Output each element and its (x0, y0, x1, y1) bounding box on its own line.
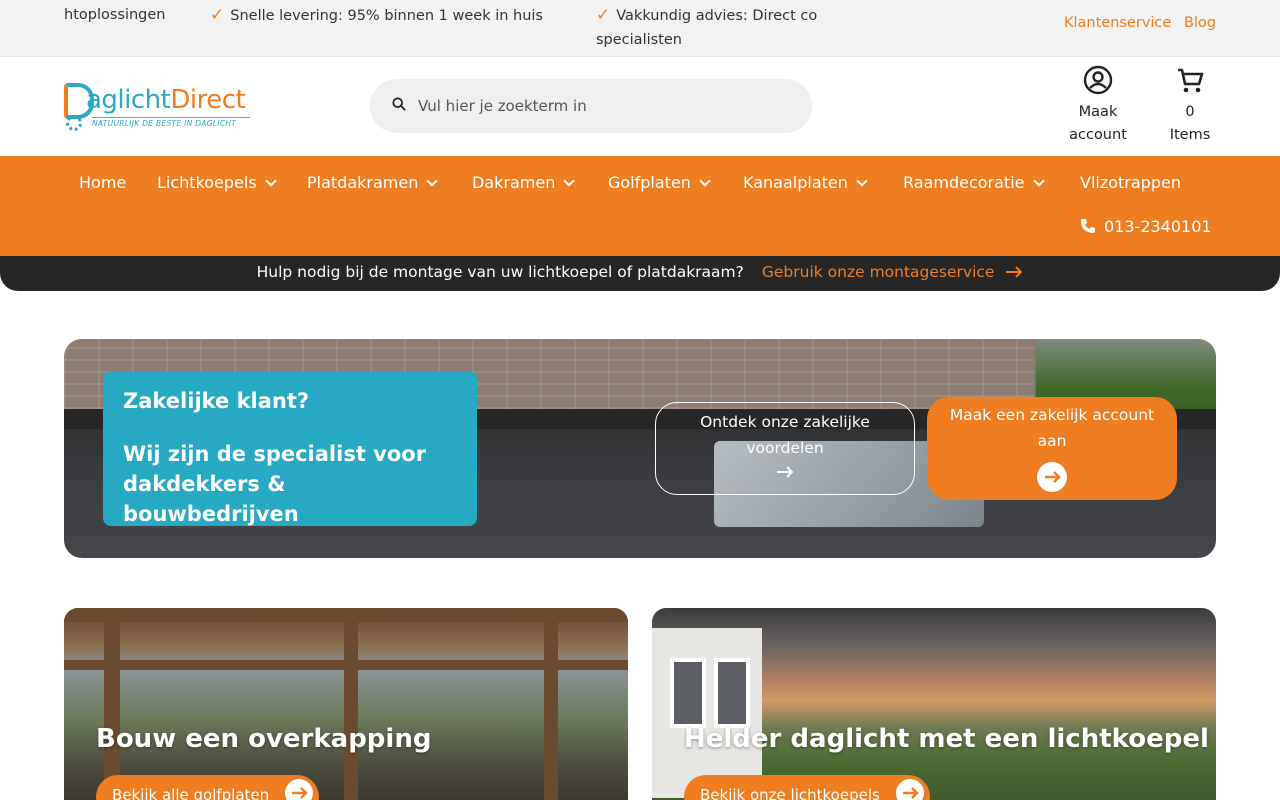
usp-text: specialisten (596, 32, 682, 48)
chevron-down-icon (265, 175, 277, 187)
chevron-down-icon (1032, 175, 1045, 187)
account-label: account (1069, 127, 1127, 143)
hero-heading: Zakelijke klant? (123, 389, 310, 413)
view-lichtkoepels-button[interactable]: Bekijk onze lichtkoepels (684, 775, 930, 800)
business-benefits-button[interactable]: Ontdek onze zakelijke voordelen (655, 402, 915, 495)
chevron-down-icon (426, 175, 439, 187)
montage-banner: Hulp nodig bij de montage van uw lichtko… (0, 256, 1280, 291)
card-background-image (714, 658, 750, 728)
nav-item-platdakramen[interactable]: Platdakramen (307, 173, 439, 192)
chevron-down-icon (563, 175, 576, 187)
create-business-account-button[interactable]: Maak een zakelijk account aan (927, 397, 1177, 500)
nav-item-home[interactable]: Home (79, 173, 126, 192)
card-title: Helder daglicht met een lichtkoepel (684, 724, 1209, 754)
account-label: Maak (1078, 104, 1118, 120)
arrow-right-icon (1006, 266, 1023, 278)
user-icon (1083, 65, 1113, 95)
category-card-overkapping[interactable]: Bouw een overkapping Bekijk alle golfpla… (64, 608, 628, 800)
cart-icon (1178, 68, 1204, 93)
nav-item-dakramen[interactable]: Dakramen (472, 173, 576, 192)
card-background-image (344, 608, 358, 800)
top-links: Klantenservice Blog (1056, 15, 1216, 31)
phone-link[interactable]: 013-2340101 (1080, 216, 1212, 236)
cart-label: Items (1169, 127, 1211, 143)
usp-text: htoplossingen (64, 7, 166, 23)
sun-icon (66, 115, 82, 131)
chevron-down-icon (856, 175, 868, 187)
logo[interactable]: aglichtDirect NATUURLIJK DE BESTE IN DAG… (64, 79, 254, 135)
nav-item-kanaalplaten[interactable]: Kanaalplaten (743, 173, 868, 192)
cart-button[interactable]: 0 Items (1160, 65, 1220, 147)
card-title: Bouw een overkapping (96, 724, 432, 754)
blog-link[interactable]: Blog (1184, 15, 1216, 31)
card-background-image (670, 658, 706, 728)
arrow-right-icon (777, 466, 794, 478)
hero-text-box: Zakelijke klant? Wij zijn de specialist … (103, 371, 477, 526)
nav-item-lichtkoepels[interactable]: Lichtkoepels (157, 173, 277, 192)
cart-count: 0 (1185, 104, 1195, 120)
chevron-down-icon (699, 175, 711, 187)
business-hero-banner: Zakelijke klant? Wij zijn de specialist … (64, 339, 1216, 558)
usp-bar: htoplossingen ✓ Snelle levering: 95% binn… (0, 0, 1280, 57)
usp-text: Snelle levering: 95% binnen 1 week in hu… (230, 8, 543, 24)
hero-subheading: Wij zijn de specialist voor dakdekkers &… (123, 442, 427, 526)
check-icon: ✓ (596, 5, 611, 25)
arrow-right-icon (895, 779, 924, 800)
arrow-right-icon (1037, 462, 1067, 492)
logo-wordmark: aglichtDirect (86, 85, 246, 115)
category-card-lichtkoepel[interactable]: Helder daglicht met een lichtkoepel Beki… (652, 608, 1216, 800)
usp-text: Vakkundig advies: Direct co (616, 8, 818, 24)
search-icon[interactable] (392, 97, 406, 111)
main-nav: Home Lichtkoepels Platdakramen Dakramen … (0, 156, 1280, 256)
usp-item: ✓ Snelle levering: 95% binnen 1 week in h… (210, 3, 543, 28)
logo-tagline: NATUURLIJK DE BESTE IN DAGLICHT (92, 117, 250, 128)
phone-icon (1081, 219, 1095, 233)
nav-item-vlizotrappen[interactable]: Vlizotrappen (1080, 173, 1181, 192)
search-input[interactable] (418, 79, 798, 133)
nav-item-golfplaten[interactable]: Golfplaten (608, 173, 711, 192)
montage-service-link[interactable]: Gebruik onze montageservice (762, 263, 1024, 281)
nav-item-raamdecoratie[interactable]: Raamdecoratie (903, 173, 1045, 192)
arrow-right-icon (285, 779, 314, 800)
montage-text: Hulp nodig bij de montage van uw lichtko… (256, 263, 744, 281)
card-background-image (64, 660, 628, 670)
card-background-image (104, 608, 120, 800)
usp-item: ✓ Vakkundig advies: Direct co specialiste… (596, 3, 822, 51)
card-background-image (544, 608, 558, 800)
site-header: aglichtDirect NATUURLIJK DE BESTE IN DAG… (0, 57, 1280, 156)
account-button[interactable]: Maak account (1060, 65, 1136, 147)
usp-item: htoplossingen (64, 3, 166, 27)
view-golfplaten-button[interactable]: Bekijk alle golfplaten (96, 775, 320, 800)
check-icon: ✓ (210, 5, 225, 25)
customer-service-link[interactable]: Klantenservice (1064, 15, 1171, 31)
search-bar (370, 79, 812, 133)
